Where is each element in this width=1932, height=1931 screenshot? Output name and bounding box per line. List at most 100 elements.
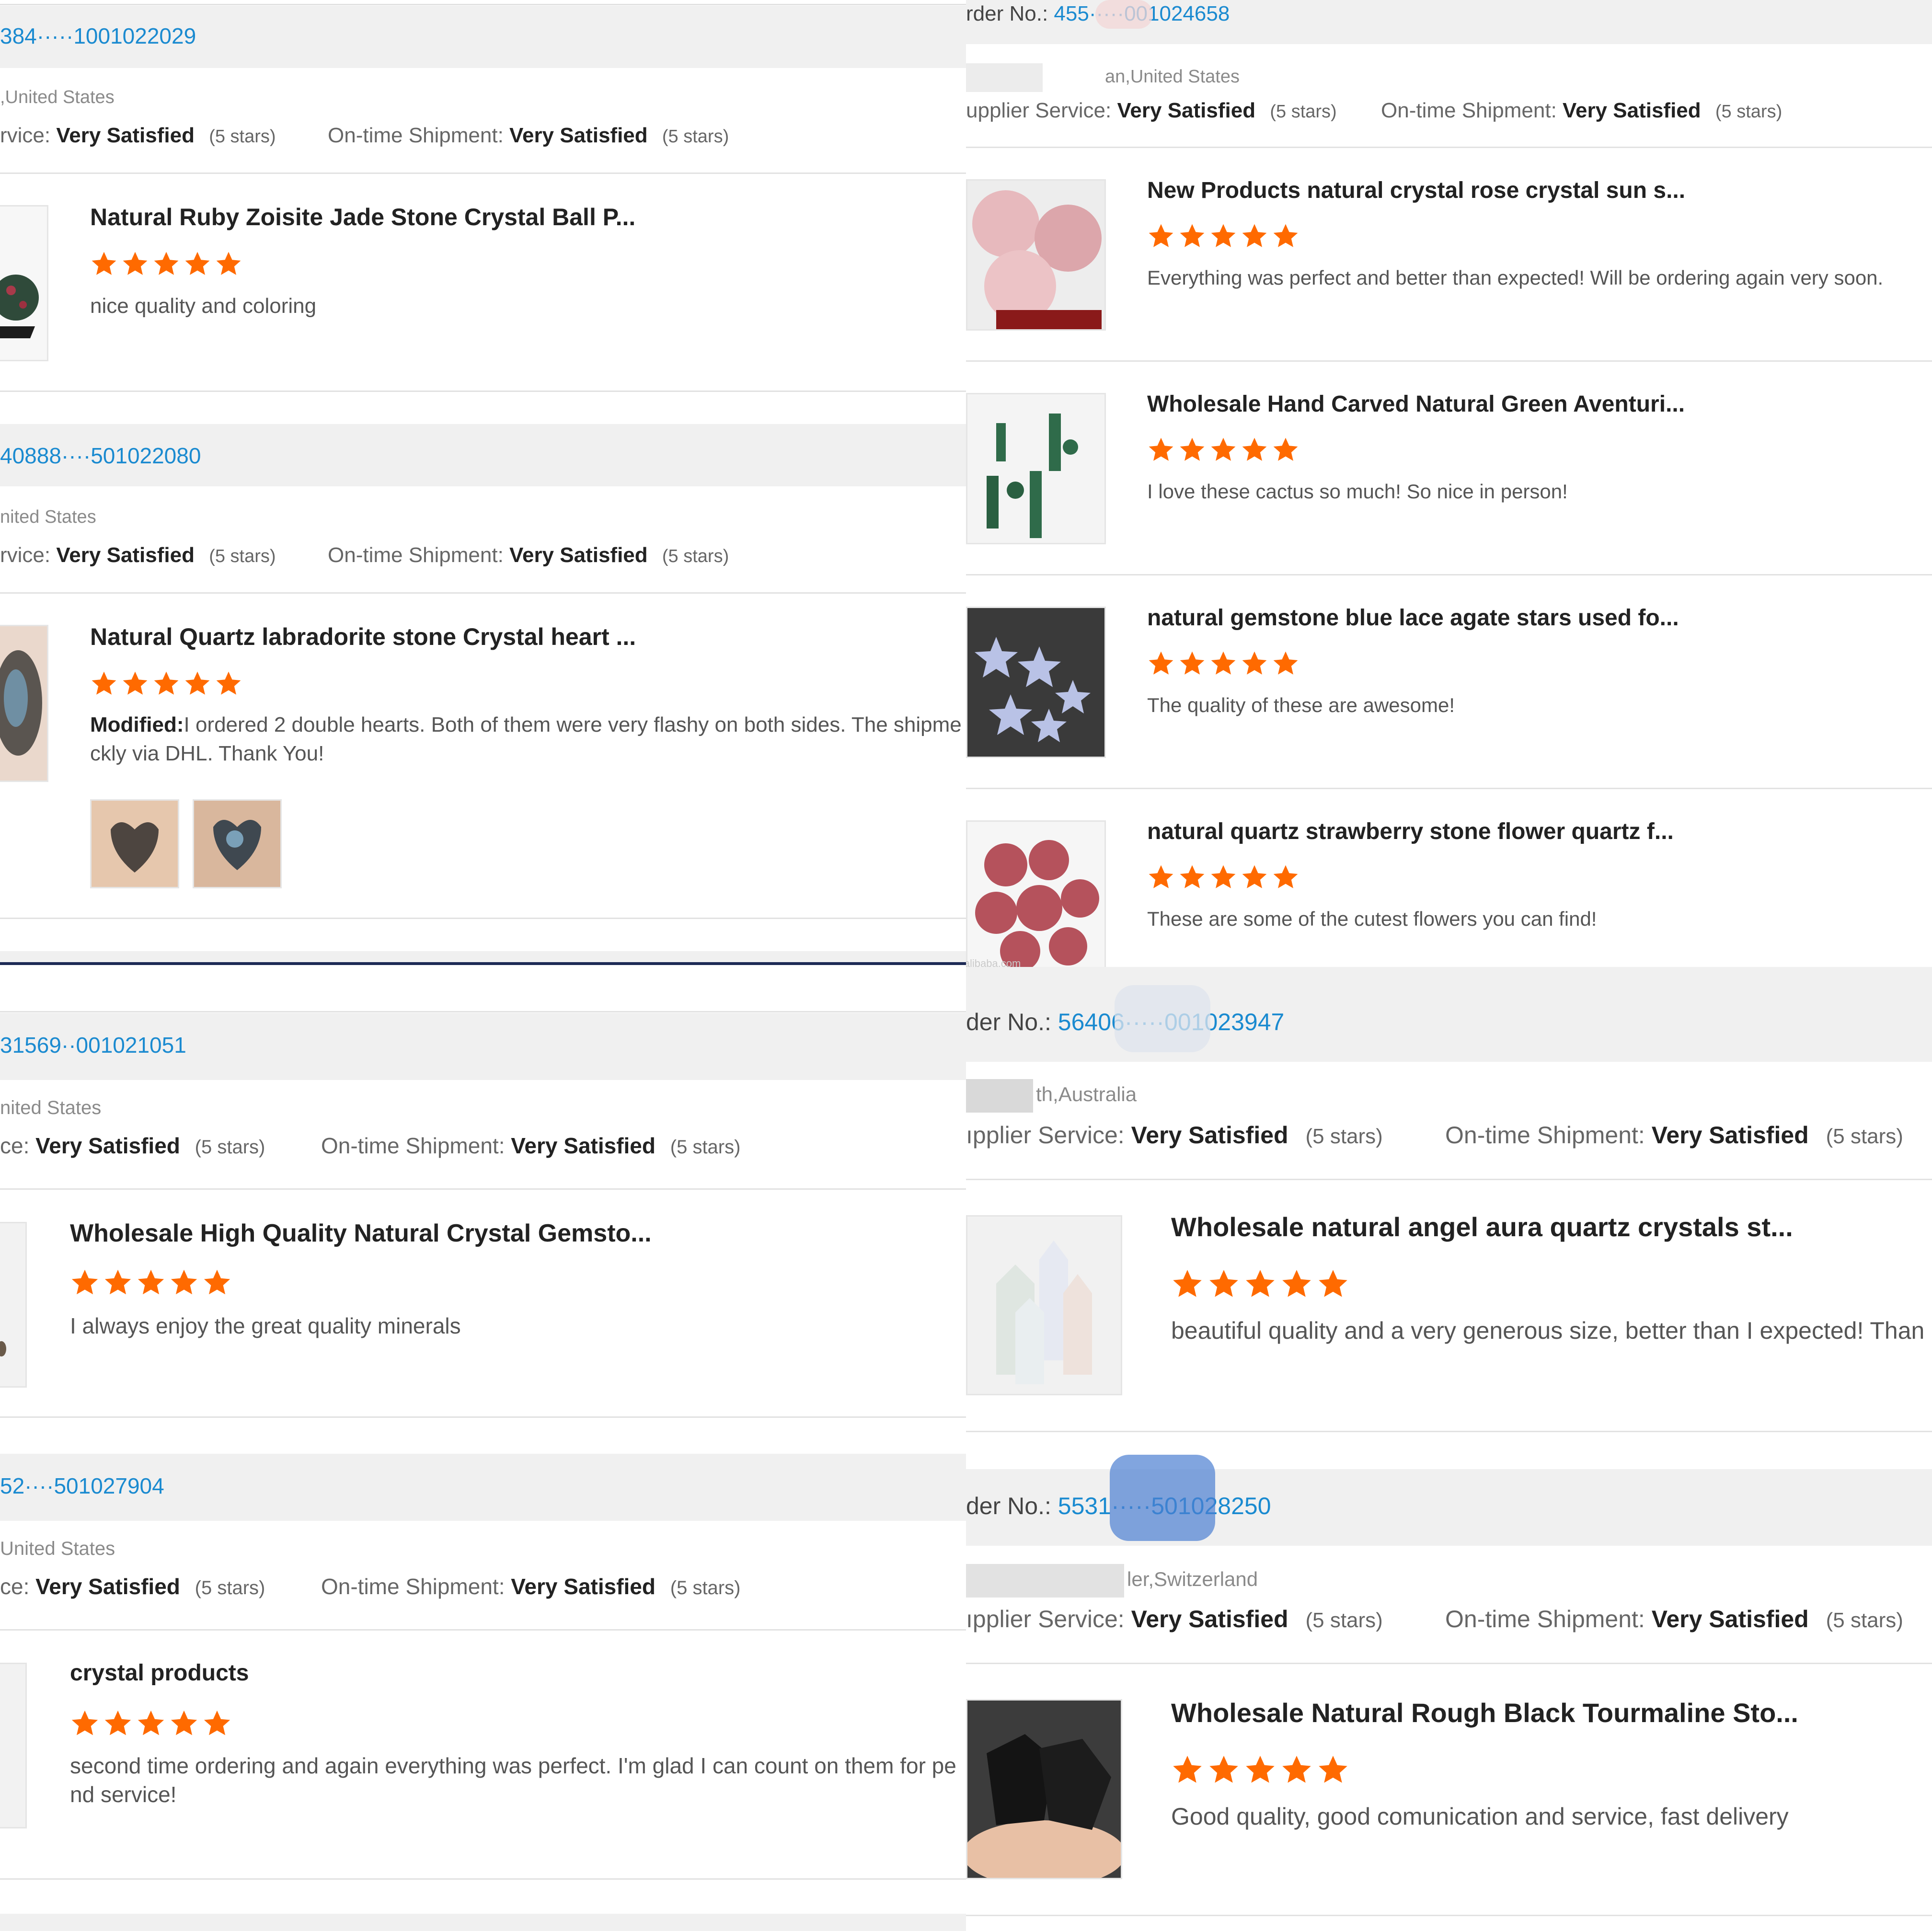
star-icon [216, 671, 241, 695]
product-image[interactable] [966, 393, 1106, 544]
review-photo[interactable] [90, 799, 179, 888]
rating-stars [1171, 1268, 1353, 1300]
shipment-value: Very Satisfied [1563, 99, 1701, 122]
review-text: second time ordering and again everythin… [70, 1753, 956, 1778]
order-number-link[interactable]: 52····501027904 [0, 1473, 164, 1499]
rating-stars [70, 1268, 235, 1298]
rating-stars [1171, 1754, 1353, 1786]
review-text: I always enjoy the great quality mineral… [70, 1313, 461, 1338]
service-stars: (5 stars) [209, 546, 276, 566]
shipment-value: Very Satisfied [511, 1574, 656, 1599]
product-image[interactable] [966, 1699, 1122, 1879]
star-icon [1242, 437, 1267, 461]
service-label: ıpplier Service: [966, 1122, 1125, 1149]
star-icon [1246, 1756, 1275, 1783]
star-icon [1209, 1270, 1238, 1297]
product-title[interactable]: Wholesale Natural Rough Black Tourmaline… [1171, 1697, 1798, 1728]
shipment-stars: (5 stars) [1715, 102, 1782, 122]
buyer-location: th,Australia [966, 1079, 1137, 1113]
buyer-location: an,United States [966, 63, 1240, 92]
product-image[interactable] [0, 1222, 27, 1388]
redaction-blur [1095, 0, 1153, 29]
star-icon [1242, 224, 1267, 247]
star-icon [185, 671, 210, 695]
order-number-link[interactable]: 384·····1001022029 [0, 23, 196, 49]
star-icon [92, 252, 116, 275]
product-image[interactable] [966, 820, 1106, 972]
rating-summary: upplier Service: Very Satisfied (5 stars… [966, 99, 1337, 123]
product-title[interactable]: crystal products [70, 1660, 249, 1686]
star-icon [92, 671, 116, 695]
divider [966, 1663, 1932, 1664]
shipment-summary: On-time Shipment: Very Satisfied (5 star… [321, 1574, 740, 1599]
shipment-stars: (5 stars) [670, 1137, 741, 1158]
rating-summary: ıpplier Service: Very Satisfied (5 stars… [966, 1121, 1383, 1149]
star-icon [154, 671, 179, 695]
shipment-stars: (5 stars) [662, 546, 729, 566]
review-line: I ordered 2 double hearts. Both of them … [184, 713, 962, 736]
review-photo[interactable] [193, 799, 282, 888]
shipment-summary: On-time Shipment: Very Satisfied (5 star… [321, 1133, 740, 1159]
star-icon [1180, 865, 1205, 888]
redaction-blur [1115, 985, 1210, 1052]
product-title[interactable]: Wholesale Hand Carved Natural Green Aven… [1147, 391, 1685, 417]
order-number-link[interactable]: 40888····501022080 [0, 443, 201, 469]
product-title[interactable]: New Products natural crystal rose crysta… [1147, 177, 1685, 204]
star-icon [1209, 1756, 1238, 1783]
service-stars: (5 stars) [1305, 1609, 1383, 1632]
service-label: ce: [0, 1133, 30, 1158]
star-icon [1246, 1270, 1275, 1297]
product-image[interactable] [0, 625, 48, 782]
buyer-location: nited States [0, 507, 96, 527]
order-number-link[interactable]: 31569··001021051 [0, 1032, 186, 1058]
product-title[interactable]: Wholesale High Quality Natural Crystal G… [70, 1219, 652, 1248]
star-icon [1149, 224, 1173, 247]
product-image[interactable] [0, 205, 48, 361]
shipment-label: On-time Shipment: [321, 1133, 505, 1158]
shipment-value: Very Satisfied [511, 1133, 656, 1158]
star-icon [1180, 651, 1205, 675]
review-text: Modified:I ordered 2 double hearts. Both… [90, 713, 962, 737]
product-title[interactable]: natural quartz strawberry stone flower q… [1147, 818, 1674, 845]
product-image[interactable] [966, 607, 1106, 758]
star-icon [1273, 865, 1298, 888]
product-image[interactable] [0, 1663, 27, 1828]
divider [0, 918, 966, 919]
star-icon [1211, 437, 1236, 461]
product-image[interactable] [966, 1215, 1122, 1395]
avatar [966, 1564, 1124, 1598]
shipment-summary: On-time Shipment: Very Satisfied (5 star… [1445, 1605, 1903, 1633]
shipment-stars: (5 stars) [1826, 1609, 1903, 1632]
star-icon [1173, 1270, 1202, 1297]
star-icon [104, 1269, 131, 1295]
star-icon [1180, 437, 1205, 461]
product-title[interactable]: Wholesale natural angel aura quartz crys… [1171, 1211, 1793, 1242]
star-icon [204, 1269, 230, 1295]
buyer-location: ler,Switzerland [966, 1564, 1258, 1598]
shipment-stars: (5 stars) [1826, 1125, 1903, 1148]
right-top-panel: rder No.: 455·····001024658 an,United St… [966, 0, 1932, 985]
divider [0, 172, 966, 174]
star-icon [1273, 224, 1298, 247]
rating-stars [1147, 650, 1303, 678]
avatar [966, 1079, 1033, 1113]
order-header [0, 951, 966, 963]
service-stars: (5 stars) [195, 1137, 265, 1158]
modified-label: Modified: [90, 713, 184, 736]
product-title[interactable]: Natural Ruby Zoisite Jade Stone Crystal … [90, 203, 635, 231]
product-image[interactable] [966, 179, 1106, 331]
redaction-scribble [1110, 1455, 1215, 1541]
product-title[interactable]: natural gemstone blue lace agate stars u… [1147, 605, 1679, 631]
star-icon [1173, 1756, 1202, 1783]
divider [0, 1629, 966, 1631]
buyer-location-text: th,Australia [1036, 1083, 1137, 1106]
rating-stars [90, 670, 246, 698]
rating-summary: ce: Very Satisfied (5 stars) [0, 1133, 265, 1159]
service-stars: (5 stars) [195, 1577, 265, 1598]
rating-stars [1147, 436, 1303, 464]
shipment-label: On-time Shipment: [328, 543, 504, 567]
review-text-continued: ckly via DHL. Thank You! [90, 742, 324, 765]
shipment-value: Very Satisfied [509, 124, 648, 147]
product-title[interactable]: Natural Quartz labradorite stone Crystal… [90, 623, 636, 651]
star-icon [171, 1710, 197, 1736]
